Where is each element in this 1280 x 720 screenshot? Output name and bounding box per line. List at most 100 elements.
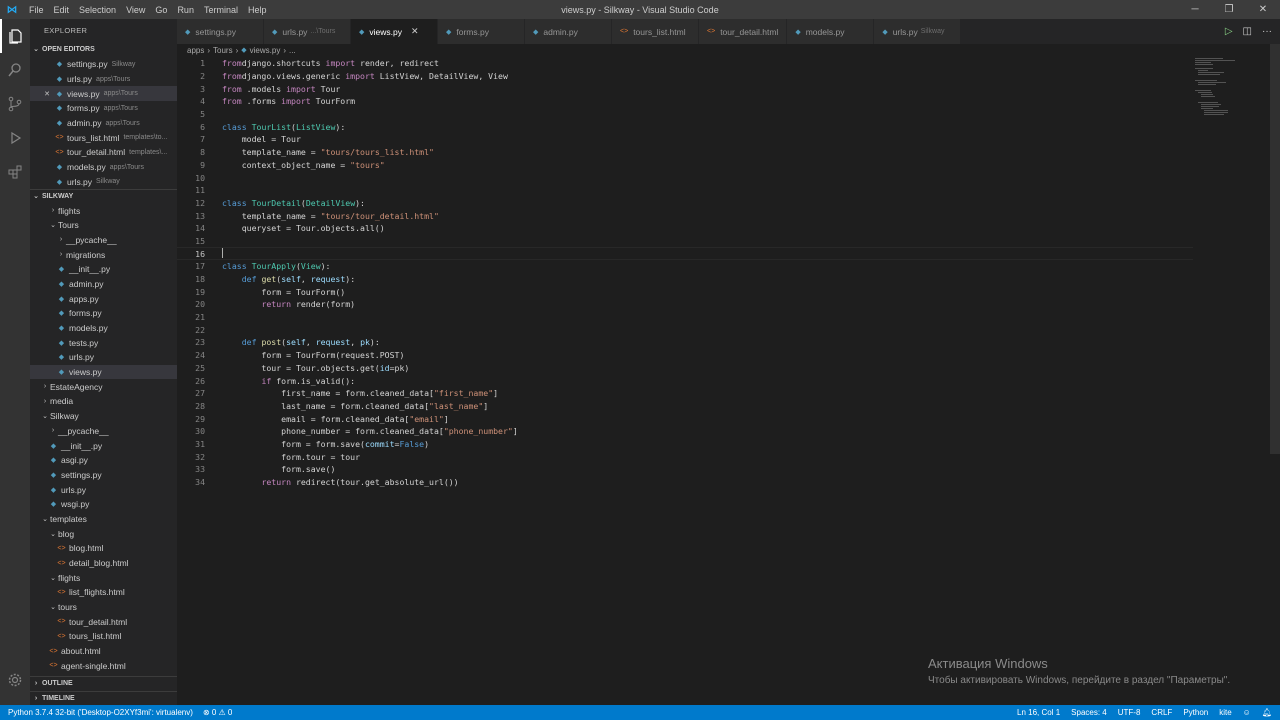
close-icon[interactable]: ✕ bbox=[1246, 0, 1280, 19]
open-editor-item[interactable]: ◆ urls.py apps\Tours bbox=[30, 72, 177, 87]
folder-item[interactable]: ⌄ flights bbox=[30, 570, 177, 585]
tab-models-py[interactable]: ◆ models.py bbox=[787, 19, 875, 44]
breadcrumb-item[interactable]: ... bbox=[289, 46, 296, 55]
cursor-position[interactable]: Ln 16, Col 1 bbox=[1017, 708, 1060, 717]
file-item[interactable]: <> tours_list.html bbox=[30, 629, 177, 644]
file-item[interactable]: ◆ wsgi.py bbox=[30, 497, 177, 512]
extensions-icon[interactable] bbox=[0, 155, 30, 189]
python-interpreter[interactable]: Python 3.7.4 32-bit ('Desktop-O2XYf3mi':… bbox=[8, 708, 193, 717]
tab-settings-py[interactable]: ◆ settings.py bbox=[177, 19, 264, 44]
folder-item[interactable]: › media bbox=[30, 394, 177, 409]
tab-admin-py[interactable]: ◆ admin.py bbox=[525, 19, 612, 44]
menu-item-selection[interactable]: Selection bbox=[74, 5, 121, 15]
indentation[interactable]: Spaces: 4 bbox=[1071, 708, 1107, 717]
minimize-icon[interactable]: ─ bbox=[1178, 0, 1212, 19]
folder-item[interactable]: › migrations bbox=[30, 247, 177, 262]
line-number: 17 bbox=[195, 261, 205, 272]
line-number: 28 bbox=[195, 400, 205, 411]
file-item[interactable]: <> agent-single.html bbox=[30, 659, 177, 674]
file-item[interactable]: <> about.html bbox=[30, 644, 177, 659]
breadcrumb-item[interactable]: apps bbox=[187, 46, 204, 55]
open-editor-item[interactable]: ◆ models.py apps\Tours bbox=[30, 160, 177, 175]
menu-item-edit[interactable]: Edit bbox=[49, 5, 75, 15]
notifications-icon[interactable]: 🔔︎ bbox=[1262, 708, 1272, 717]
tab-urls-py[interactable]: ◆ urls.py Silkway bbox=[874, 19, 962, 44]
menu-item-view[interactable]: View bbox=[121, 5, 150, 15]
menu-item-go[interactable]: Go bbox=[150, 5, 172, 15]
file-item[interactable]: ◆ urls.py bbox=[30, 350, 177, 365]
end-of-line[interactable]: CRLF bbox=[1151, 708, 1172, 717]
split-editor-icon[interactable]: ◫ bbox=[1243, 26, 1252, 37]
file-item[interactable]: <> blog.html bbox=[30, 541, 177, 556]
minimap[interactable] bbox=[1193, 57, 1268, 117]
file-item[interactable]: ◆ tests.py bbox=[30, 335, 177, 350]
open-editor-path: apps\Tours bbox=[96, 75, 131, 83]
problems-indicator[interactable]: ⊗ 0 ⚠ 0 bbox=[203, 708, 232, 717]
folder-item[interactable]: ⌄ Tours bbox=[30, 218, 177, 233]
vertical-scrollbar[interactable] bbox=[1270, 44, 1280, 454]
menu-item-run[interactable]: Run bbox=[172, 5, 199, 15]
file-item[interactable]: ◆ admin.py bbox=[30, 277, 177, 292]
file-item[interactable]: ◆ __init__.py bbox=[30, 438, 177, 453]
source-control-icon[interactable] bbox=[0, 87, 30, 121]
tab-tours_list-html[interactable]: <> tours_list.html bbox=[612, 19, 699, 44]
file-item[interactable]: ◆ forms.py bbox=[30, 306, 177, 321]
breadcrumb-item[interactable]: views.py bbox=[250, 46, 281, 55]
open-editor-item[interactable]: ✕ ◆ views.py apps\Tours bbox=[30, 86, 177, 102]
explorer-icon[interactable] bbox=[0, 19, 30, 53]
folder-item[interactable]: › flights bbox=[30, 203, 177, 218]
folder-item[interactable]: ⌄ blog bbox=[30, 526, 177, 541]
tree-item-label: EstateAgency bbox=[50, 381, 103, 392]
file-item[interactable]: ◆ urls.py bbox=[30, 482, 177, 497]
file-item[interactable]: ◆ __init__.py bbox=[30, 262, 177, 277]
file-item[interactable]: ◆ models.py bbox=[30, 321, 177, 336]
tab-views-py[interactable]: ◆ views.py ✕ bbox=[351, 19, 438, 44]
tree-item-label: asgi.py bbox=[61, 455, 88, 466]
explorer-sidebar: EXPLORER ⌄ OPEN EDITORS ◆ settings.py Silkw… bbox=[30, 19, 177, 705]
tab-forms-py[interactable]: ◆ forms.py bbox=[438, 19, 525, 44]
search-icon[interactable] bbox=[0, 53, 30, 87]
language-mode[interactable]: Python bbox=[1183, 708, 1208, 717]
more-actions-icon[interactable]: ··· bbox=[1262, 26, 1272, 37]
run-debug-icon[interactable] bbox=[0, 121, 30, 155]
outline-header[interactable]: › OUTLINE bbox=[30, 676, 177, 690]
open-editor-item[interactable]: <> tour_detail.html templates\... bbox=[30, 145, 177, 160]
run-file-icon[interactable]: ▷ bbox=[1225, 26, 1233, 37]
menu-item-terminal[interactable]: Terminal bbox=[199, 5, 243, 15]
folder-item[interactable]: › EstateAgency bbox=[30, 379, 177, 394]
open-editors-header[interactable]: ⌄ OPEN EDITORS bbox=[30, 43, 177, 57]
project-header[interactable]: ⌄ SILKWAY bbox=[30, 189, 177, 203]
open-editor-item[interactable]: ◆ admin.py apps\Tours bbox=[30, 116, 177, 131]
file-item[interactable]: <> tour_detail.html bbox=[30, 614, 177, 629]
open-editor-item[interactable]: ◆ settings.py Silkway bbox=[30, 57, 177, 72]
file-item[interactable]: ◆ views.py bbox=[30, 364, 177, 380]
menu-item-help[interactable]: Help bbox=[243, 5, 272, 15]
file-item[interactable]: ◆ asgi.py bbox=[30, 453, 177, 468]
file-item[interactable]: <> detail_blog.html bbox=[30, 556, 177, 571]
settings-gear-icon[interactable] bbox=[0, 663, 30, 697]
close-tab-icon[interactable]: ✕ bbox=[411, 26, 419, 37]
kite-status[interactable]: kite bbox=[1219, 708, 1231, 717]
folder-item[interactable]: ⌄ Silkway bbox=[30, 409, 177, 424]
open-editor-item[interactable]: <> tours_list.html templates\to... bbox=[30, 130, 177, 145]
file-item[interactable]: ◆ settings.py bbox=[30, 468, 177, 483]
tab-urls-py[interactable]: ◆ urls.py ...\Tours bbox=[264, 19, 351, 44]
folder-item[interactable]: › __pycache__ bbox=[30, 424, 177, 439]
line-number: 5 bbox=[200, 109, 205, 120]
chevron-down-icon: ⌄ bbox=[50, 222, 56, 230]
feedback-icon[interactable]: ☺ bbox=[1243, 708, 1251, 717]
restore-icon[interactable]: ❐ bbox=[1212, 0, 1246, 19]
open-editor-item[interactable]: ◆ urls.py Silkway bbox=[30, 175, 177, 190]
timeline-header[interactable]: › TIMELINE bbox=[30, 691, 177, 705]
breadcrumb-item[interactable]: Tours bbox=[213, 46, 233, 55]
folder-item[interactable]: ⌄ tours bbox=[30, 600, 177, 615]
tab-tour_detail-html[interactable]: <> tour_detail.html bbox=[699, 19, 788, 44]
encoding[interactable]: UTF-8 bbox=[1118, 708, 1141, 717]
folder-item[interactable]: ⌄ templates bbox=[30, 512, 177, 527]
folder-item[interactable]: › __pycache__ bbox=[30, 233, 177, 248]
file-item[interactable]: <> list_flights.html bbox=[30, 585, 177, 600]
file-item[interactable]: ◆ apps.py bbox=[30, 291, 177, 306]
code-editor[interactable]: 1 fromdjango.shortcuts import render, red… bbox=[177, 57, 1193, 505]
open-editor-item[interactable]: ◆ forms.py apps\Tours bbox=[30, 101, 177, 116]
menu-item-file[interactable]: File bbox=[24, 5, 49, 15]
